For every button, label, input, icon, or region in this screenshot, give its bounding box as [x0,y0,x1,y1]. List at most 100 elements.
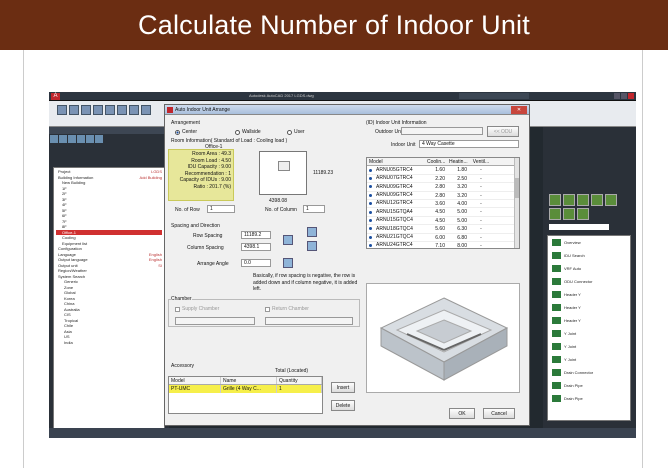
dialog-close-icon[interactable]: ✕ [511,106,527,114]
ribbon-tool-icon[interactable] [57,105,67,115]
column-spacing-input[interactable]: 4398.1 [241,243,271,251]
tool-list-item[interactable]: Header Y [548,288,630,301]
model-row[interactable]: ARNU18GTQC4 5.60 6.30 - [367,225,519,234]
radio-wallside[interactable]: Wallside [235,129,261,135]
ribbon-tool-icon[interactable] [117,105,127,115]
maximize-icon[interactable] [621,93,627,99]
return-chamber-checkbox[interactable]: Return Chamber [265,306,309,312]
arrange-angle-label: Arrange Angle [197,261,229,267]
model-vent: - [480,234,482,241]
model-heat: 2.50 [457,175,467,182]
tool-list-item[interactable]: ODU Connector [548,275,630,288]
cancel-button[interactable]: Cancel [483,408,515,419]
rotate-icon[interactable] [283,258,293,268]
project-tree[interactable]: Project LGDS Building Information Add Build… [53,167,165,433]
status-bar [49,428,636,438]
return-chamber-select[interactable] [265,317,353,325]
model-row[interactable]: ARNU15GTQC4 4.50 5.00 - [367,217,519,226]
tool-icon[interactable] [591,194,603,206]
odu-button[interactable]: << ODU [487,126,519,137]
no-of-column-input[interactable]: 1 [303,205,325,213]
tool-icon[interactable] [68,135,76,143]
tool-icon[interactable] [563,194,575,206]
row-spacing-input[interactable]: 11189.2 [241,231,271,239]
tool-icon[interactable] [77,135,85,143]
tool-list-item[interactable]: Header Y [548,314,630,327]
recommendation: Recommendation : 1 [184,170,231,177]
model-row[interactable]: ARNU09GTRC4 2.80 3.20 - [367,183,519,192]
tool-icon[interactable] [577,208,589,220]
radio-user[interactable]: User [287,129,305,135]
ok-button[interactable]: OK [449,408,475,419]
tool-icon[interactable] [59,135,67,143]
tool-list-item[interactable]: Drain Pipe [548,392,630,405]
indoor-unit-image [366,283,520,393]
supply-chamber-select[interactable] [175,317,255,325]
room-summary: Room Area : 49.3 Room Load : 4.50 IDU Ca… [168,149,234,201]
direction-arrow-icon[interactable] [307,241,317,251]
delete-button[interactable]: Delete [331,400,355,411]
tool-icon[interactable] [50,135,58,143]
tool-list-item[interactable]: Header Y [548,301,630,314]
supply-chamber-checkbox[interactable]: Supply Chamber [175,306,219,312]
tool-list-item[interactable]: Y Joint [548,353,630,366]
model-row[interactable]: ARNU15GTQA4 4.50 5.00 - [367,208,519,217]
no-of-row-input[interactable]: 1 [207,205,235,213]
tool-list-item[interactable]: Y Joint [548,327,630,340]
tool-icon[interactable] [95,135,103,143]
model-row[interactable]: ARNU07GTRC4 2.20 2.50 - [367,175,519,184]
ribbon-tool-icon[interactable] [81,105,91,115]
tool-list-item[interactable]: Drain Connector [548,366,630,379]
arrange-angle-input[interactable]: 0.0 [241,259,271,267]
insert-button[interactable]: Insert [331,382,355,393]
model-row[interactable]: ARNU12GTRC4 3.60 4.00 - [367,200,519,209]
total-located-label: Total (Located) [275,368,309,374]
direction-arrow-icon[interactable] [283,235,293,245]
indoor-unit-select[interactable]: 4 Way Casette [419,140,519,148]
accessory-row[interactable]: PT-UMC Grille (4 Way C... 1 [169,385,322,393]
dialog-title-bar: Auto Indoor Unit Arrange ✕ [165,105,529,115]
column-header[interactable]: Model [367,158,425,165]
tool-icon[interactable] [577,194,589,206]
page-title: Calculate Number of Indoor Unit [138,9,530,40]
tool-list-item[interactable]: Drain Pipe [548,379,630,392]
tool-icon[interactable] [563,208,575,220]
direction-arrow-icon[interactable] [307,227,317,237]
column-header[interactable]: Ventil... [469,158,491,165]
right-panel-field[interactable] [549,224,609,230]
tool-icon[interactable] [605,194,617,206]
model-row[interactable]: ARNU24GTRC4 7.10 8.00 - [367,242,519,248]
bullet-icon [369,227,372,231]
tool-icon[interactable] [549,194,561,206]
tool-list-item[interactable]: IDU Search [548,249,630,262]
ribbon-tool-icon[interactable] [93,105,103,115]
tool-icon[interactable] [549,208,561,220]
tool-icon[interactable] [86,135,94,143]
minimize-icon[interactable] [614,93,620,99]
radio-center[interactable]: Center [175,129,197,135]
outdoor-unit-select[interactable] [401,127,483,135]
model-row[interactable]: ARNU05GTRC4 1.60 1.80 - [367,166,519,175]
ribbon-tool-icon[interactable] [141,105,151,115]
model-vent: - [480,226,482,233]
close-icon[interactable] [628,93,634,99]
ribbon-tool-icon[interactable] [129,105,139,115]
ribbon-tool-icon[interactable] [105,105,115,115]
model-row[interactable]: ARNU09GTRC4 2.80 3.20 - [367,192,519,200]
column-header[interactable]: Heatin... [447,158,469,165]
ribbon-tool-icon[interactable] [69,105,79,115]
tree-item[interactable]: India [56,340,162,346]
auto-arrange-dialog: Auto Indoor Unit Arrange ✕ Arrangement C… [164,104,530,426]
column-header[interactable]: Coolin... [425,158,447,165]
autocad-logo-icon[interactable]: A [51,93,60,100]
cad-search-input[interactable] [459,93,529,99]
model-row[interactable]: ARNU21GTQC4 6.00 6.80 - [367,234,519,242]
tool-list-item[interactable]: Overview [548,236,630,249]
model-table-scrollbar[interactable] [514,158,519,248]
tool-list-label: Overview [564,240,581,245]
tool-list-item[interactable]: Y Joint [548,340,630,353]
tool-list-label: Y Joint [564,331,577,336]
scroll-thumb[interactable] [515,178,519,198]
tool-list-item[interactable]: VRF Auto [548,262,630,275]
window-controls [614,93,634,99]
